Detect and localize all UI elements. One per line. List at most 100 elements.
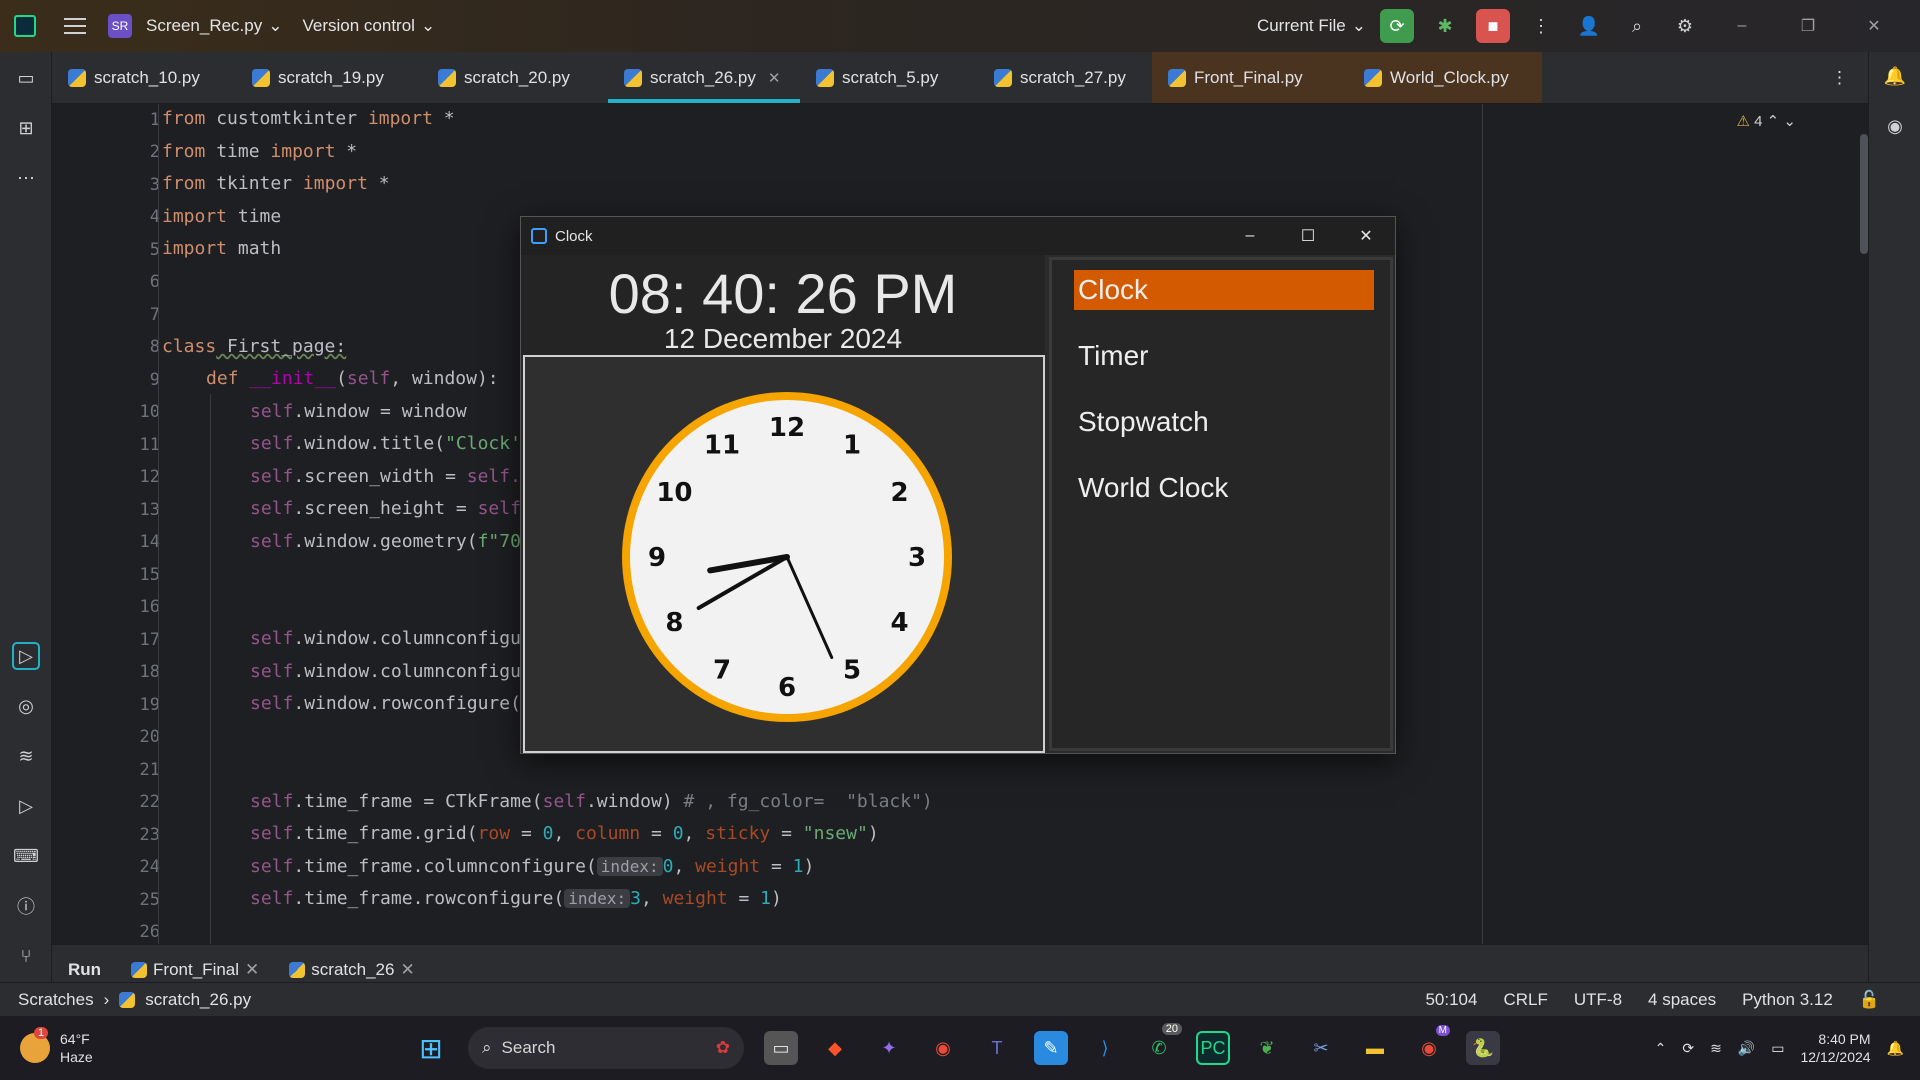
- snipping-tool-icon[interactable]: ✂: [1304, 1031, 1338, 1065]
- wifi-icon[interactable]: ≋: [1710, 1040, 1722, 1057]
- mongodb-icon[interactable]: ❦: [1250, 1031, 1284, 1065]
- close-tab-icon[interactable]: ✕: [245, 960, 259, 980]
- run-config-selector[interactable]: Current File ⌄: [1257, 16, 1366, 36]
- line-number: 10: [139, 402, 160, 422]
- tab-options-icon[interactable]: ⋮: [1811, 52, 1868, 103]
- tab-world-clock[interactable]: World_Clock.py: [1348, 52, 1542, 103]
- line-number: 16: [139, 597, 160, 617]
- services-icon[interactable]: ▷: [12, 792, 40, 820]
- line-number: 12: [139, 467, 160, 487]
- clock-close-button[interactable]: ✕: [1337, 217, 1395, 255]
- tab-front-final[interactable]: Front_Final.py: [1152, 52, 1348, 103]
- chrome-icon[interactable]: ◉: [926, 1031, 960, 1065]
- more-actions-icon[interactable]: ⋮: [1524, 9, 1558, 43]
- version-control-menu[interactable]: Version control ⌄: [302, 16, 435, 36]
- code-line: self.screen_height = self: [250, 498, 521, 519]
- close-tab-icon[interactable]: ✕: [768, 69, 781, 87]
- weather-widget[interactable]: 1 64°F Haze: [20, 1027, 93, 1066]
- python-app-icon[interactable]: 🐍: [1466, 1031, 1500, 1065]
- clock-window-titlebar[interactable]: Clock – ☐ ✕: [521, 217, 1395, 255]
- run-tab-front-final[interactable]: Front_Final ✕: [115, 960, 273, 982]
- dial-number: 9: [648, 543, 666, 573]
- clock-minimize-button[interactable]: –: [1221, 217, 1279, 255]
- copilot-icon[interactable]: ✦: [872, 1031, 906, 1065]
- code-line: def __init__(self, window):: [206, 368, 499, 389]
- main-menu-icon[interactable]: [64, 18, 86, 34]
- python-file-icon: [438, 68, 456, 87]
- menu-item-stopwatch[interactable]: Stopwatch: [1074, 402, 1374, 442]
- windows-start-icon[interactable]: ⊞: [414, 1031, 448, 1065]
- tab-scratch-19[interactable]: scratch_19.py: [236, 52, 422, 103]
- tab-label: World_Clock.py: [1390, 67, 1509, 87]
- notifications-bell-icon[interactable]: 🔔: [1881, 62, 1909, 90]
- settings-gear-icon[interactable]: ⚙: [1668, 9, 1702, 43]
- ai-assistant-icon[interactable]: ◉: [1881, 112, 1909, 140]
- close-tab-icon[interactable]: ✕: [400, 960, 414, 980]
- clock-maximize-button[interactable]: ☐: [1279, 217, 1337, 255]
- minimize-button[interactable]: –: [1716, 17, 1768, 35]
- chevron-up-icon[interactable]: ⌃: [1655, 1040, 1667, 1057]
- taskbar-date: 12/12/2024: [1800, 1049, 1871, 1065]
- menu-item-clock[interactable]: Clock: [1074, 270, 1374, 310]
- battery-icon[interactable]: ▭: [1771, 1040, 1784, 1057]
- stop-button[interactable]: ■: [1476, 9, 1510, 43]
- tab-scratch-10[interactable]: scratch_10.py: [52, 52, 236, 103]
- tab-scratch-26[interactable]: scratch_26.py ✕: [608, 52, 800, 103]
- lock-icon[interactable]: 🔓: [1859, 990, 1880, 1010]
- pycharm-taskbar-icon[interactable]: PC: [1196, 1031, 1230, 1065]
- restore-button[interactable]: ❐: [1782, 16, 1834, 36]
- structure-icon[interactable]: ⊞: [12, 114, 40, 142]
- chrome-profile-icon[interactable]: ◉ M: [1412, 1025, 1450, 1065]
- project-folder-icon[interactable]: ▭: [12, 64, 40, 92]
- taskbar-clock[interactable]: 8:40 PM 12/12/2024: [1800, 1030, 1870, 1066]
- close-button[interactable]: ✕: [1848, 16, 1900, 36]
- task-view-icon[interactable]: ▭: [764, 1031, 798, 1065]
- debug-button[interactable]: ✱: [1428, 9, 1462, 43]
- tab-scratch-20[interactable]: scratch_20.py: [422, 52, 608, 103]
- whatsapp-icon[interactable]: ✆ 20: [1142, 1023, 1182, 1065]
- indent-guide: [158, 104, 159, 944]
- run-tab-scratch-26[interactable]: scratch_26 ✕: [273, 960, 428, 982]
- search-icon[interactable]: ⌕: [1620, 9, 1654, 43]
- run-panel-title[interactable]: Run: [52, 960, 115, 982]
- sync-icon[interactable]: ⟳: [1682, 1040, 1694, 1057]
- git-icon[interactable]: ⑂: [12, 942, 40, 970]
- pycharm-logo-icon[interactable]: [14, 15, 36, 37]
- layers-icon[interactable]: ≋: [12, 742, 40, 770]
- code-line: self.time_frame.grid(row = 0, column = 0…: [250, 823, 879, 844]
- taskbar-search[interactable]: ⌕ Search ✿: [468, 1027, 744, 1069]
- line-separator[interactable]: CRLF: [1503, 990, 1547, 1010]
- notification-bell-icon[interactable]: 🔔: [1887, 1040, 1904, 1057]
- vcs-label: Version control: [302, 16, 415, 35]
- terminal-icon[interactable]: ⌨: [12, 842, 40, 870]
- menu-item-timer[interactable]: Timer: [1074, 336, 1374, 376]
- add-user-icon[interactable]: 👤: [1572, 9, 1606, 43]
- breadcrumb-file[interactable]: scratch_26.py: [145, 990, 251, 1010]
- brave-browser-icon[interactable]: ◆: [818, 1031, 852, 1065]
- more-tools-icon[interactable]: ⋯: [12, 164, 40, 192]
- analog-clock: 12 12 3 45 6 78 9 10 11: [622, 392, 952, 722]
- vscode-icon[interactable]: ⟩: [1088, 1031, 1122, 1065]
- indent-setting[interactable]: 4 spaces: [1648, 990, 1716, 1010]
- caret-position[interactable]: 50:104: [1425, 990, 1477, 1010]
- file-encoding[interactable]: UTF-8: [1574, 990, 1622, 1010]
- dial-number: 4: [891, 608, 909, 638]
- project-selector[interactable]: Screen_Rec.py ⌄: [146, 16, 282, 36]
- dial-number: 8: [665, 608, 683, 638]
- tab-label: Front_Final.py: [1194, 67, 1303, 87]
- python-interpreter[interactable]: Python 3.12: [1742, 990, 1833, 1010]
- volume-icon[interactable]: 🔊: [1738, 1040, 1755, 1057]
- run-tool-icon[interactable]: ▷: [12, 642, 40, 670]
- notes-app-icon[interactable]: ✎: [1034, 1031, 1068, 1065]
- menu-item-world-clock[interactable]: World Clock: [1074, 468, 1374, 508]
- breadcrumb-root[interactable]: Scratches: [18, 990, 94, 1010]
- tab-scratch-27[interactable]: scratch_27.py: [978, 52, 1152, 103]
- teams-icon[interactable]: T: [980, 1031, 1014, 1065]
- file-explorer-icon[interactable]: ▬: [1358, 1031, 1392, 1065]
- clock-menu-pane: Clock Timer Stopwatch World Clock: [1049, 257, 1393, 751]
- clock-app-window: Clock – ☐ ✕ 08: 40: 26 PM 12 December 20…: [520, 216, 1396, 754]
- python-console-icon[interactable]: ◎: [12, 692, 40, 720]
- tab-scratch-5[interactable]: scratch_5.py: [800, 52, 978, 103]
- problems-icon[interactable]: ⓘ: [12, 892, 40, 920]
- rerun-button[interactable]: ⟳: [1380, 9, 1414, 43]
